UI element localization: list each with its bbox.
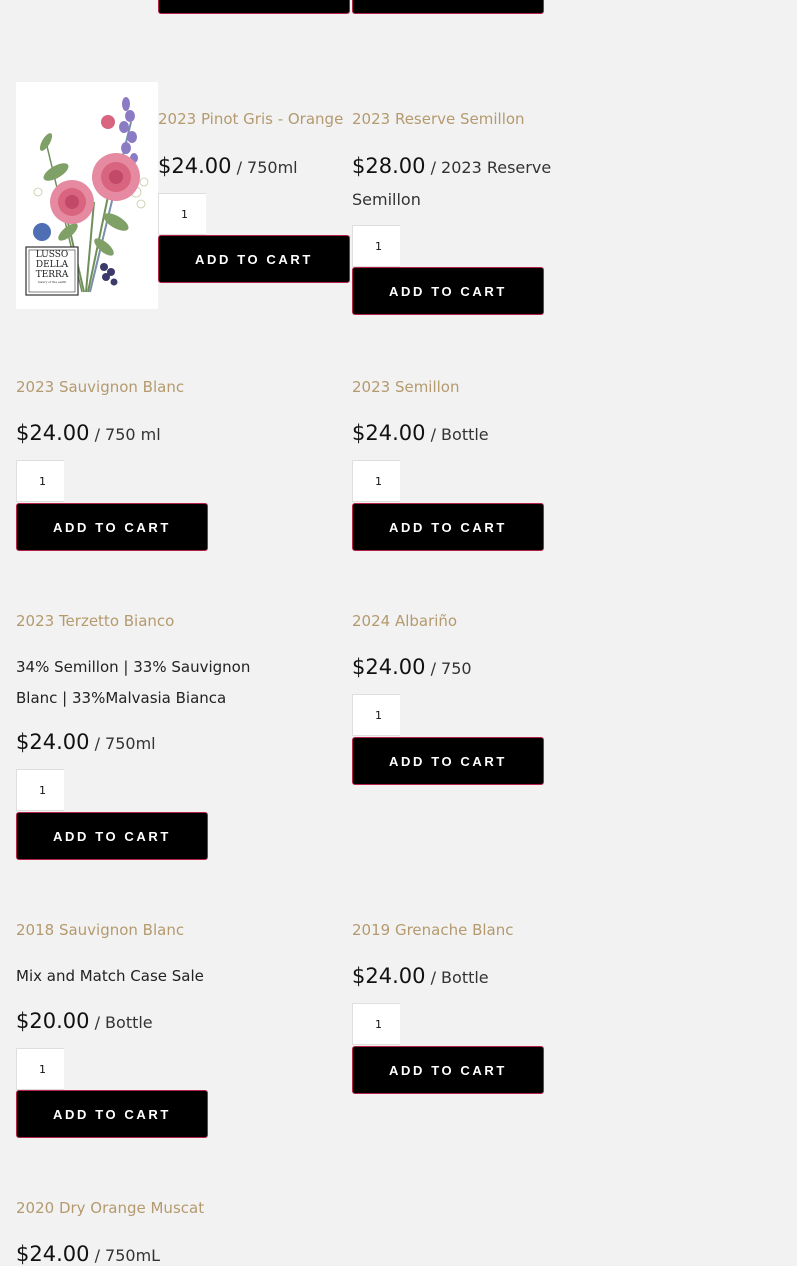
price-amount: $24.00 xyxy=(16,1242,90,1266)
price-unit: / 750ml xyxy=(89,734,156,753)
quantity-input-2023-semillon[interactable] xyxy=(352,460,400,502)
add-to-cart-button-grenache-blanc[interactable]: ADD TO CART xyxy=(352,1046,544,1094)
price-unit-continued: Semillon xyxy=(352,190,421,209)
product-title-pinot-gris[interactable]: 2023 Pinot Gris - Orange xyxy=(158,110,343,128)
description-line-1: 34% Semillon | 33% Sauvignon xyxy=(16,658,251,676)
quantity-input-grenache-blanc[interactable] xyxy=(352,1003,400,1045)
price-amount: $24.00 xyxy=(16,421,90,445)
product-title-2023-sauvignon-blanc[interactable]: 2023 Sauvignon Blanc xyxy=(16,378,184,396)
add-to-cart-button-2018-sauvignon-blanc[interactable]: ADD TO CART xyxy=(16,1090,208,1138)
quantity-input-terzetto-bianco[interactable] xyxy=(16,769,64,811)
brand-line-2: DELLA xyxy=(35,260,69,270)
price-amount: $24.00 xyxy=(158,154,232,178)
add-to-cart-button-pinot-gris[interactable]: ADD TO CART xyxy=(158,235,350,283)
add-to-cart-button-top-2[interactable] xyxy=(352,0,544,14)
price-unit: / Bottle xyxy=(425,425,489,444)
description-line-2: Blanc | 33%Malvasia Bianca xyxy=(16,689,227,707)
product-description-terzetto-bianco: 34% Semillon | 33% Sauvignon Blanc | 33%… xyxy=(16,652,250,714)
product-price-2018-sauvignon-blanc: $20.00 / Bottle xyxy=(16,1009,153,1033)
brand-line-1: LUSSO xyxy=(35,250,69,260)
price-unit: / 750 ml xyxy=(89,425,161,444)
product-price-terzetto-bianco: $24.00 / 750ml xyxy=(16,730,156,754)
product-price-2023-semillon: $24.00 / Bottle xyxy=(352,421,489,445)
price-amount: $20.00 xyxy=(16,1009,90,1033)
price-amount: $24.00 xyxy=(16,730,90,754)
product-title-2023-semillon[interactable]: 2023 Semillon xyxy=(352,378,460,396)
description-line-1: Mix and Match Case Sale xyxy=(16,967,204,985)
add-to-cart-button-albarino[interactable]: ADD TO CART xyxy=(352,737,544,785)
add-to-cart-button-terzetto-bianco[interactable]: ADD TO CART xyxy=(16,812,208,860)
product-price-albarino: $24.00 / 750 xyxy=(352,655,472,679)
price-unit: / Bottle xyxy=(425,968,489,987)
product-price-reserve-semillon: $28.00 / 2023 Reserve xyxy=(352,154,551,178)
price-amount: $24.00 xyxy=(352,655,426,679)
product-price-2023-sauvignon-blanc: $24.00 / 750 ml xyxy=(16,421,161,445)
add-to-cart-button-2023-sauvignon-blanc[interactable]: ADD TO CART xyxy=(16,503,208,551)
price-unit: / 750 xyxy=(425,659,472,678)
product-title-albarino[interactable]: 2024 Albariño xyxy=(352,612,457,630)
product-price-grenache-blanc: $24.00 / Bottle xyxy=(352,964,489,988)
quantity-input-pinot-gris[interactable] xyxy=(158,193,206,235)
price-unit: / 750ml xyxy=(231,158,298,177)
price-unit: / Bottle xyxy=(89,1013,153,1032)
product-image-lusso-della-terra[interactable]: LUSSO DELLA TERRA luxury of the earth xyxy=(16,82,158,309)
product-title-2018-sauvignon-blanc[interactable]: 2018 Sauvignon Blanc xyxy=(16,921,184,939)
quantity-input-albarino[interactable] xyxy=(352,694,400,736)
price-amount: $24.00 xyxy=(352,421,426,445)
price-amount: $24.00 xyxy=(352,964,426,988)
price-amount: $28.00 xyxy=(352,154,426,178)
product-price-pinot-gris: $24.00 / 750ml xyxy=(158,154,298,178)
product-title-grenache-blanc[interactable]: 2019 Grenache Blanc xyxy=(352,921,513,939)
add-to-cart-button-reserve-semillon[interactable]: ADD TO CART xyxy=(352,267,544,315)
product-title-terzetto-bianco[interactable]: 2023 Terzetto Bianco xyxy=(16,612,174,630)
quantity-input-reserve-semillon[interactable] xyxy=(352,225,400,267)
add-to-cart-button-2023-semillon[interactable]: ADD TO CART xyxy=(352,503,544,551)
quantity-input-2023-sauvignon-blanc[interactable] xyxy=(16,460,64,502)
add-to-cart-button-top-1[interactable] xyxy=(158,0,350,14)
price-unit: / 750mL xyxy=(89,1246,161,1265)
product-title-reserve-semillon[interactable]: 2023 Reserve Semillon xyxy=(352,110,525,128)
product-description-2018-sauvignon-blanc: Mix and Match Case Sale xyxy=(16,961,204,992)
brand-line-3: TERRA xyxy=(35,270,69,280)
quantity-input-2018-sauvignon-blanc[interactable] xyxy=(16,1048,64,1090)
price-unit: / 2023 Reserve xyxy=(425,158,552,177)
product-title-dry-orange-muscat[interactable]: 2020 Dry Orange Muscat xyxy=(16,1199,204,1217)
product-price-unit-line2: Semillon xyxy=(352,190,421,209)
product-price-dry-orange-muscat: $24.00 / 750mL xyxy=(16,1242,160,1266)
brand-label: LUSSO DELLA TERRA luxury of the earth xyxy=(26,250,78,285)
brand-tagline: luxury of the earth xyxy=(37,280,67,284)
